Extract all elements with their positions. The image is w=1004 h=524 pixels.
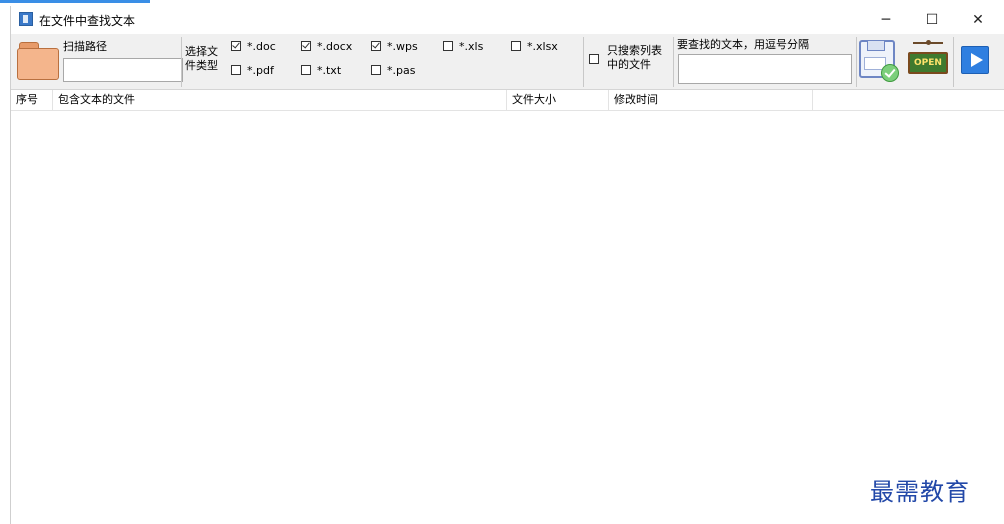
search-text-input[interactable]	[678, 54, 852, 84]
top-accent-strip	[0, 0, 150, 3]
divider	[856, 37, 857, 87]
scan-path-input[interactable]	[63, 58, 183, 82]
folder-icon[interactable]	[17, 42, 61, 82]
only-list-checkbox-box[interactable]	[589, 54, 599, 64]
checkbox-xls[interactable]: *.xls	[443, 40, 483, 53]
checkbox-doc[interactable]: *.doc	[231, 40, 276, 53]
app-window: 在文件中查找文本 ─ ☐ ✕ 扫描路径 选择文件类型 *.doc *.docx …	[10, 6, 1004, 524]
open-sign-text: OPEN	[908, 52, 948, 74]
search-text-label: 要查找的文本，用逗号分隔	[677, 38, 809, 51]
checkbox-docx[interactable]: *.docx	[301, 40, 352, 53]
checkbox-xlsx[interactable]: *.xlsx	[511, 40, 558, 53]
column-header-modified[interactable]: 修改时间	[609, 90, 813, 110]
column-header-size[interactable]: 文件大小	[507, 90, 609, 110]
checkbox-pdf-label: *.pdf	[247, 64, 274, 77]
divider	[673, 37, 674, 87]
checkbox-docx-box[interactable]	[301, 41, 311, 51]
column-header-index[interactable]: 序号	[11, 90, 53, 110]
checkbox-xls-box[interactable]	[443, 41, 453, 51]
watermark-text: 最需教育	[870, 478, 970, 506]
checkbox-doc-label: *.doc	[247, 40, 276, 53]
only-list-label: 只搜索列表中的文件	[607, 44, 662, 71]
checkbox-wps[interactable]: *.wps	[371, 40, 418, 53]
checkbox-pdf[interactable]: *.pdf	[231, 64, 274, 77]
play-icon[interactable]	[961, 46, 989, 74]
toolbar: 扫描路径 选择文件类型 *.doc *.docx *.wps *.xls *.x…	[11, 34, 1004, 90]
divider	[583, 37, 584, 87]
checkbox-pas[interactable]: *.pas	[371, 64, 415, 77]
checkbox-wps-box[interactable]	[371, 41, 381, 51]
checkbox-xlsx-label: *.xlsx	[527, 40, 558, 53]
column-header-file[interactable]: 包含文本的文件	[53, 90, 507, 110]
checkbox-pdf-box[interactable]	[231, 65, 241, 75]
file-type-label: 选择文件类型	[185, 45, 218, 72]
checkbox-xls-label: *.xls	[459, 40, 484, 53]
close-button[interactable]: ✕	[955, 6, 1001, 34]
checkbox-txt[interactable]: *.txt	[301, 64, 341, 77]
checkbox-pas-label: *.pas	[387, 64, 416, 77]
checkbox-wps-label: *.wps	[387, 40, 418, 53]
checkbox-docx-label: *.docx	[317, 40, 353, 53]
divider	[181, 37, 182, 87]
maximize-button[interactable]: ☐	[909, 6, 955, 34]
divider	[953, 37, 954, 87]
only-list-checkbox[interactable]	[589, 53, 605, 66]
list-header: 序号 包含文本的文件 文件大小 修改时间	[11, 90, 1004, 111]
app-icon	[19, 12, 33, 26]
minimize-button[interactable]: ─	[863, 6, 909, 34]
checkbox-doc-box[interactable]	[231, 41, 241, 51]
scan-path-label: 扫描路径	[63, 40, 107, 53]
results-list[interactable]: 序号 包含文本的文件 文件大小 修改时间	[11, 90, 1004, 524]
checkbox-pas-box[interactable]	[371, 65, 381, 75]
save-icon[interactable]	[859, 38, 901, 84]
checkbox-txt-box[interactable]	[301, 65, 311, 75]
window-title: 在文件中查找文本	[39, 14, 136, 28]
checkbox-txt-label: *.txt	[317, 64, 342, 77]
title-bar: 在文件中查找文本 ─ ☐ ✕	[11, 6, 1004, 34]
open-sign-icon[interactable]: OPEN	[907, 40, 949, 82]
checkbox-xlsx-box[interactable]	[511, 41, 521, 51]
